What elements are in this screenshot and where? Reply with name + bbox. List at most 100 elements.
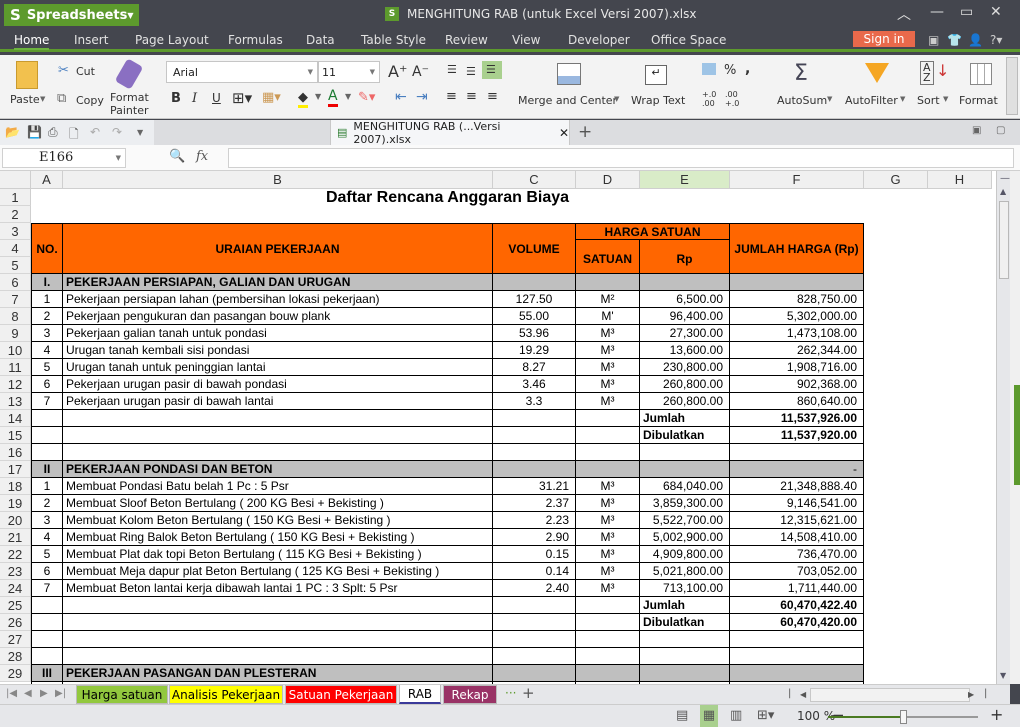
tab-office-space[interactable]: Office Space	[651, 33, 726, 47]
header-volume[interactable]: VOLUME	[493, 223, 576, 274]
row-header[interactable]: 29	[0, 665, 31, 682]
zoom-out-button[interactable]: −	[832, 706, 845, 724]
item-volume[interactable]: 8.27	[493, 359, 576, 376]
cell[interactable]	[63, 614, 493, 631]
item-unit[interactable]: M³	[576, 478, 640, 495]
dibulatkan-label[interactable]: Dibulatkan	[640, 614, 730, 631]
item-number[interactable]: 7	[31, 580, 63, 597]
cell[interactable]	[63, 631, 493, 648]
cell[interactable]	[730, 444, 864, 461]
item-unit[interactable]: M³	[576, 359, 640, 376]
cell[interactable]	[493, 648, 576, 665]
new-tab-plus-icon[interactable]: +	[578, 122, 592, 142]
item-volume[interactable]: 19.29	[493, 342, 576, 359]
formula-input[interactable]	[228, 148, 1014, 168]
scroll-left-arrow-icon[interactable]: ◀	[800, 690, 806, 699]
cell[interactable]	[31, 597, 63, 614]
tab-view[interactable]: View	[512, 33, 540, 47]
cell[interactable]	[63, 648, 493, 665]
item-total[interactable]: 902,368.00	[730, 376, 864, 393]
item-unit-price[interactable]: 230,800.00	[640, 359, 730, 376]
row-header[interactable]: 26	[0, 614, 31, 631]
header-no[interactable]: NO.	[31, 223, 63, 274]
tab-page-layout[interactable]: Page Layout	[135, 33, 209, 47]
item-volume[interactable]: 55.00	[493, 308, 576, 325]
customize-dropdown-icon[interactable]: ▼	[137, 128, 143, 137]
cell[interactable]	[31, 631, 63, 648]
collapse-ribbon-icon[interactable]: ︿	[897, 4, 911, 24]
ribbon-scroll-right[interactable]	[1006, 57, 1018, 115]
zoom-formula-icon[interactable]: 🔍	[169, 149, 185, 164]
item-description[interactable]: Pekerjaan pengukuran dan pasangan bouw p…	[63, 308, 493, 325]
decrease-indent-icon[interactable]: ⇤	[395, 89, 407, 105]
app-menu-button[interactable]: S Spreadsheets ▼	[4, 4, 139, 26]
item-number[interactable]: 3	[31, 512, 63, 529]
cell[interactable]	[576, 461, 640, 478]
item-number[interactable]: 1	[31, 478, 63, 495]
item-description[interactable]: Membuat Plat dak topi Beton Bertulang ( …	[63, 546, 493, 563]
autofilter-button[interactable]: AutoFilter	[845, 94, 898, 107]
item-number[interactable]: 4	[31, 529, 63, 546]
column-header-d[interactable]: D	[576, 171, 640, 189]
item-number[interactable]: 6	[31, 563, 63, 580]
row-header[interactable]: 15	[0, 427, 31, 444]
section-total[interactable]: -	[730, 461, 864, 478]
cell[interactable]	[640, 631, 730, 648]
item-volume[interactable]: 3.3	[493, 393, 576, 410]
save-icon[interactable]: 💾	[27, 125, 42, 139]
column-header-c[interactable]: C	[493, 171, 576, 189]
tab-developer[interactable]: Developer	[568, 33, 630, 47]
print-preview-icon[interactable]: 🗋	[69, 125, 79, 146]
section-number[interactable]: I.	[31, 274, 63, 291]
side-panel-toggle[interactable]	[1014, 385, 1020, 485]
cell[interactable]	[730, 631, 864, 648]
cell[interactable]	[640, 665, 730, 682]
restore-window-icon[interactable]: ▢	[996, 125, 1005, 136]
item-description[interactable]: Urugan tanah untuk peninggian lantai	[63, 359, 493, 376]
cell[interactable]	[63, 444, 493, 461]
cell[interactable]	[31, 410, 63, 427]
close-button[interactable]: ✕	[990, 4, 1002, 20]
row-header[interactable]: 7	[0, 291, 31, 308]
section-title[interactable]: PEKERJAAN PERSIAPAN, GALIAN DAN URUGAN	[63, 274, 493, 291]
item-total[interactable]: 736,470.00	[730, 546, 864, 563]
item-unit[interactable]: M³	[576, 546, 640, 563]
add-sheet-icon[interactable]: +	[522, 684, 535, 702]
cell[interactable]	[576, 274, 640, 291]
align-center-icon[interactable]: ≡	[466, 89, 477, 104]
merge-center-button[interactable]: Merge and Center	[518, 94, 617, 107]
item-unit-price[interactable]: 3,859,300.00	[640, 495, 730, 512]
section-total[interactable]	[730, 274, 864, 291]
dibulatkan-value[interactable]: 60,470,420.00	[730, 614, 864, 631]
zoom-slider-handle[interactable]	[900, 710, 907, 724]
item-volume[interactable]: 2.40	[493, 580, 576, 597]
tab-review[interactable]: Review	[445, 33, 488, 47]
item-description[interactable]: Urugan tanah kembali sisi pondasi	[63, 342, 493, 359]
sheet-tab-harga-satuan[interactable]: Harga satuan	[76, 685, 168, 704]
item-volume[interactable]: 2.90	[493, 529, 576, 546]
item-unit-price[interactable]: 684,040.00	[640, 478, 730, 495]
item-unit[interactable]: M³	[576, 529, 640, 546]
cut-button[interactable]: Cut	[76, 65, 95, 78]
jumlah-value[interactable]: 11,537,926.00	[730, 410, 864, 427]
cell[interactable]	[493, 461, 576, 478]
row-header[interactable]: 16	[0, 444, 31, 461]
align-left-icon[interactable]: ≡	[446, 89, 457, 104]
cell[interactable]	[576, 410, 640, 427]
autosum-button[interactable]: AutoSum	[777, 94, 827, 107]
cell[interactable]	[576, 597, 640, 614]
row-header[interactable]: 27	[0, 631, 31, 648]
cell[interactable]	[63, 427, 493, 444]
row-header[interactable]: 9	[0, 325, 31, 342]
section-title[interactable]: PEKERJAAN PONDASI DAN BETON	[63, 461, 493, 478]
row-header[interactable]: 4	[0, 240, 31, 257]
item-total[interactable]: 14,508,410.00	[730, 529, 864, 546]
header-rp[interactable]: Rp	[640, 240, 730, 274]
maximize-button[interactable]: ▭	[960, 4, 973, 20]
cell[interactable]	[63, 410, 493, 427]
item-unit[interactable]: M³	[576, 495, 640, 512]
spreadsheet-grid[interactable]: A B C D E F G H 1 2 3 4 5 6 7 8 9 10 11 12 13 14 15 16 17 18 19 20 2…	[0, 171, 996, 684]
item-number[interactable]: 5	[31, 546, 63, 563]
underline-button[interactable]: U	[212, 91, 221, 105]
section-total[interactable]	[730, 665, 864, 682]
